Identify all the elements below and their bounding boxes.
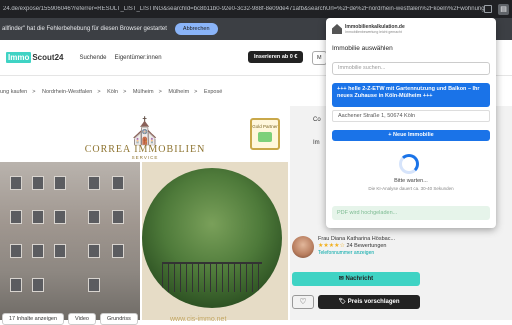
building-photo[interactable] (0, 162, 140, 320)
video-button[interactable]: Video (68, 313, 96, 325)
window (54, 244, 66, 258)
avatar (292, 236, 314, 258)
nav-eigentuemer[interactable]: Eigentümer:innen (115, 55, 162, 61)
selected-property[interactable]: +++ helle 2-Z-ETW mit Gartennutzung und … (332, 83, 490, 107)
agent-info: Frau Diana Katharina Hösbac... ★★★★☆ 24 … (318, 236, 395, 256)
window (54, 176, 66, 190)
window (88, 210, 100, 224)
brand-sub: SERVICE (131, 155, 159, 160)
rating-stars: ★★★★☆ (318, 243, 345, 249)
crumb-koeln[interactable]: Köln (107, 89, 118, 95)
brand-logo: ⛪ CORREA IMMOBILIEN SERVICE (80, 118, 210, 160)
section-heading: Immobilie auswählen (332, 45, 393, 52)
cancel-button[interactable]: Abbrechen (174, 23, 218, 35)
gallery[interactable]: ⛪ CORREA IMMOBILIEN SERVICE Gold Partner… (0, 106, 288, 323)
window (88, 176, 100, 190)
contact-label-2: Im (313, 140, 320, 146)
favorite-heart-icon[interactable]: ♡ (292, 295, 314, 309)
extension-popup: Immobilienkalkulation.de Immobilienbewer… (326, 18, 496, 228)
window (32, 210, 44, 224)
crumb-kaufen[interactable]: ung kaufen (0, 89, 27, 95)
main-nav: Suchende Eigentümer:innen (79, 55, 161, 61)
contact-label: Co (313, 117, 321, 123)
partner-seal-icon (258, 132, 272, 142)
message-button[interactable]: ✉ Nachricht (292, 272, 420, 286)
crumb-sep: > (194, 89, 198, 95)
property-address[interactable]: Aachener Straße 1, 50674 Köln (332, 110, 490, 122)
crumb-sep: > (32, 89, 36, 95)
bookmark-icon[interactable] (484, 5, 492, 13)
crumb-muelheim[interactable]: Mülheim (133, 89, 154, 95)
crumb-sep: > (158, 89, 162, 95)
window (32, 176, 44, 190)
window (10, 210, 22, 224)
more-button[interactable]: M (312, 51, 327, 65)
gold-label: Gold Partner (252, 124, 278, 129)
logo-scout: Scout24 (32, 53, 64, 62)
window (10, 244, 22, 258)
window (88, 278, 100, 292)
review-count[interactable]: 24 Bewertungen (346, 243, 386, 249)
window (112, 210, 124, 224)
address-bar[interactable]: 24.de/expose/155906046?referrer=RESULT_L… (3, 6, 484, 12)
banner-text: allfinder" hat die Fehlerbehebung für di… (2, 26, 167, 32)
gold-partner-badge: Gold Partner (250, 118, 280, 150)
show-media-button[interactable]: 17 Inhalte anzeigen (2, 313, 65, 325)
gallery-actions: 17 Inhalte anzeigen Video Grundriss (0, 313, 138, 325)
popup-subtitle: Immobilienbewertung leicht gemacht (345, 30, 402, 34)
balcony-railing (162, 262, 262, 292)
agent-card: Frau Diana Katharina Hösbac... ★★★★☆ 24 … (292, 236, 395, 258)
floorplan-button[interactable]: Grundriss (99, 313, 138, 325)
analysis-hint: Die KI-Analyse dauert ca. 30-40 Sekunden (368, 186, 454, 191)
brand-name: CORREA IMMOBILIEN (84, 144, 206, 155)
window (32, 244, 44, 258)
browser-bar: 24.de/expose/155906046?referrer=RESULT_L… (0, 0, 512, 18)
crumb-expose: Exposé (203, 89, 223, 95)
cathedral-icon: ⛪ (128, 116, 162, 146)
new-property-button[interactable]: + Neue Immobilie (332, 130, 490, 141)
loading-spinner-icon (399, 154, 419, 174)
property-search-input[interactable]: Immobilie suchen... (332, 62, 490, 75)
house-icon (332, 24, 342, 34)
insert-button[interactable]: Inserieren ab 0 € (248, 51, 304, 63)
show-phone-link[interactable]: Telefonnummer anzeigen (318, 250, 395, 256)
balcony-photo-frame[interactable] (142, 162, 288, 320)
message-label: Nachricht (345, 276, 374, 282)
window (10, 278, 22, 292)
window (112, 176, 124, 190)
price-suggest-label: Preis vorschlagen (347, 299, 400, 305)
window (88, 244, 100, 258)
crumb-muelheim-2[interactable]: Mülheim (168, 89, 189, 95)
price-suggest-button[interactable]: 🏷 Preis vorschlagen (318, 295, 420, 309)
extension-icon[interactable]: ▤ (498, 3, 509, 15)
crumb-nrw[interactable]: Nordrhein-Westfalen (42, 89, 92, 95)
window (54, 210, 66, 224)
crumb-sep: > (97, 89, 101, 95)
window (112, 244, 124, 258)
nav-suchende[interactable]: Suchende (79, 55, 106, 61)
popup-header: Immobilienkalkulation.de Immobilienbewer… (332, 24, 405, 34)
logo-immo: Immo (6, 52, 32, 63)
window (10, 176, 22, 190)
crumb-sep: > (123, 89, 127, 95)
window (32, 278, 44, 292)
wait-text: Bitte warten... (394, 178, 428, 184)
site-logo[interactable]: Immo Scout24 (6, 52, 63, 63)
pdf-status: PDF wird hochgeladen... (332, 206, 490, 220)
breadcrumb: ung kaufen > Nordrhein-Westfalen > Köln > M… (0, 89, 227, 95)
balcony-photo (142, 168, 282, 308)
